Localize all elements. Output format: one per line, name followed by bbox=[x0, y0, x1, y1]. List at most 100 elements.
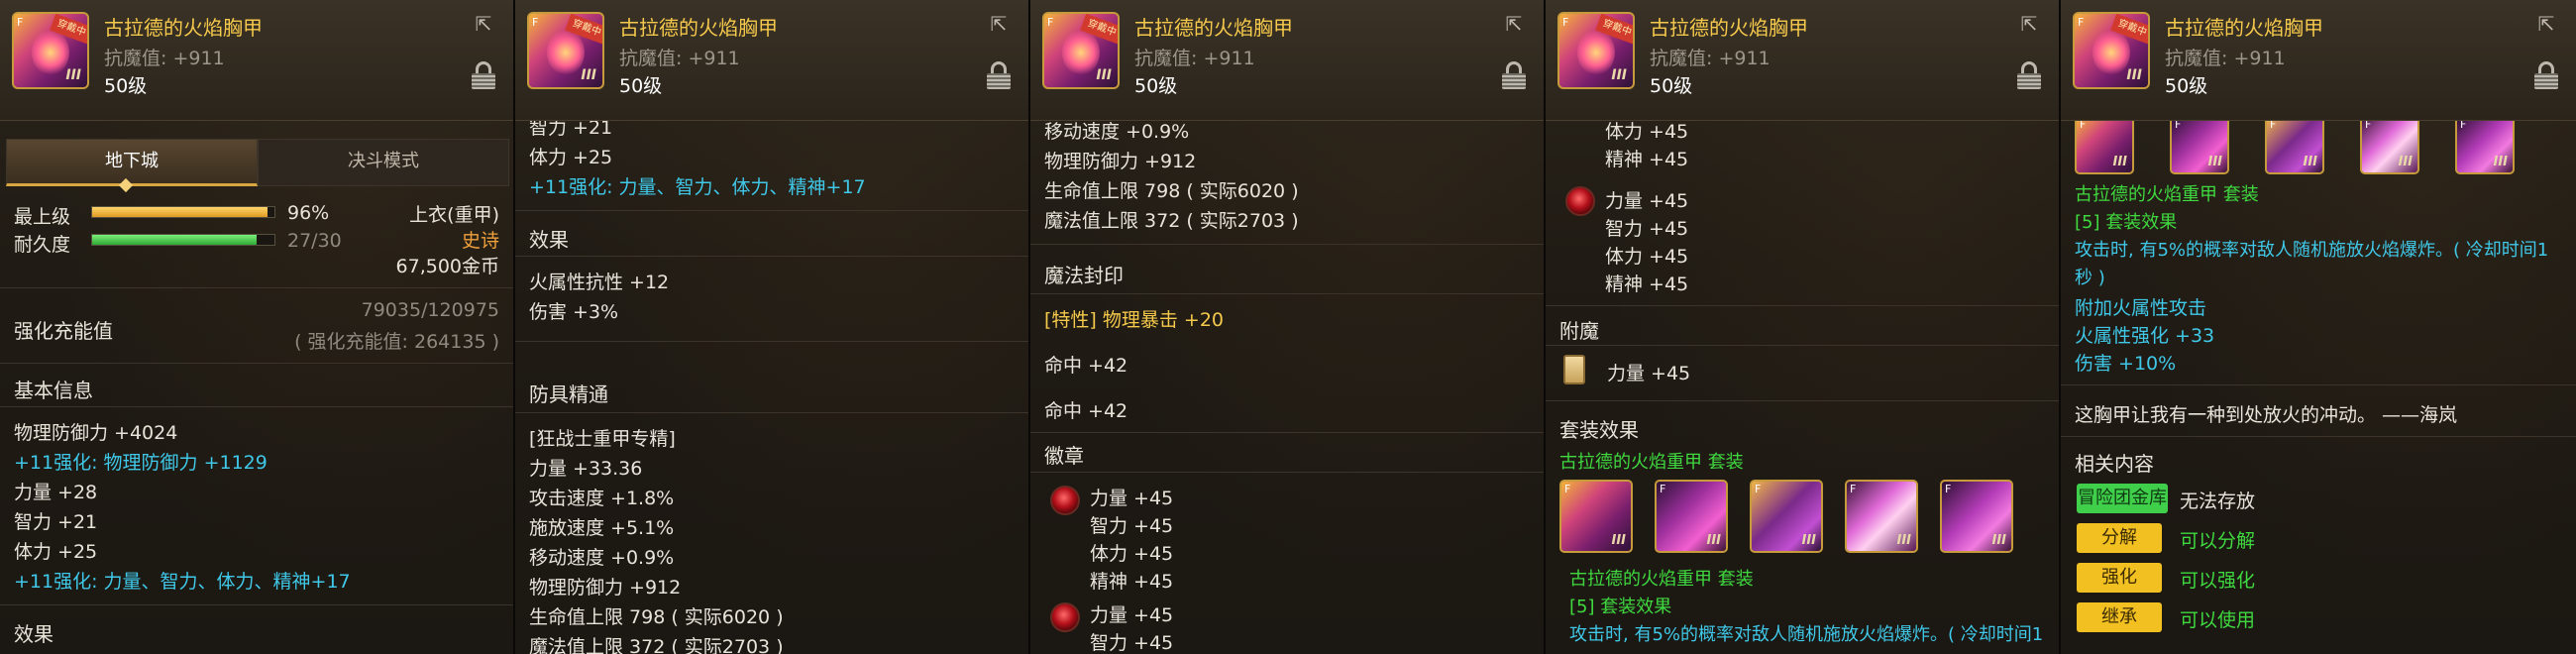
item-name: 古拉德的火焰胸甲 bbox=[1650, 16, 1808, 40]
mastery-title: 防具精通 bbox=[529, 382, 608, 406]
icon-corner-label: F bbox=[532, 16, 539, 29]
stat-line-0: 物理防御力 +4024 bbox=[14, 422, 178, 444]
share-icon[interactable]: ⇱ bbox=[470, 12, 497, 36]
tooltip-strip: F 穿戴中 III 古拉德的火焰胸甲 抗魔值: +911 50级 ⇱ 地下城 决… bbox=[0, 0, 2576, 654]
share-icon[interactable]: ⇱ bbox=[985, 12, 1013, 36]
slot-type: 上衣(重甲) bbox=[409, 204, 499, 226]
icon-grade-label: III bbox=[2112, 155, 2127, 169]
tab-duel[interactable]: 决斗模式 bbox=[258, 139, 509, 186]
set-piece-icon[interactable]: F III bbox=[1559, 480, 1633, 553]
item-header: F 穿戴中 III 古拉德的火焰胸甲 抗魔值: +911 50级 ⇱ bbox=[515, 0, 1028, 121]
set-piece-icon[interactable]: F III bbox=[2360, 115, 2419, 174]
set-piece-icon[interactable]: F III bbox=[2265, 115, 2324, 174]
set-desc: 攻击时, 有5%的概率对敌人随机施放火焰爆炸。( 冷却时间1 bbox=[1569, 624, 2044, 645]
emblem-stat-2: 体力 +45 bbox=[1090, 543, 1174, 565]
item-header: F 穿戴中 III 古拉德的火焰胸甲 抗魔值: +911 50级 ⇱ bbox=[1030, 0, 1544, 121]
item-level: 50级 bbox=[1134, 75, 1178, 97]
mastery-line-2: 攻击速度 +1.8% bbox=[529, 488, 675, 509]
item-name: 古拉德的火焰胸甲 bbox=[2165, 16, 2323, 40]
stat-line-1: 物理防御力 +912 bbox=[1044, 151, 1197, 172]
related-title: 相关内容 bbox=[2075, 452, 2154, 476]
enchant-line: 力量 +45 bbox=[1607, 363, 1691, 384]
icon-corner-label: F bbox=[1850, 483, 1857, 495]
icon-grade-label: III bbox=[581, 67, 596, 83]
effect-title: 效果 bbox=[14, 622, 54, 646]
red-emblem-icon bbox=[1050, 602, 1080, 632]
icon-grade-label: III bbox=[2493, 155, 2508, 169]
set-piece-icon[interactable]: F III bbox=[1845, 480, 1918, 553]
related-tag-2[interactable]: 强化 bbox=[2077, 563, 2162, 593]
set-piece-icon[interactable]: F III bbox=[1750, 480, 1823, 553]
seal-title: 魔法封印 bbox=[1044, 264, 1124, 287]
icon-corner-label: F bbox=[1562, 16, 1569, 29]
stat-line-3: 魔法值上限 372 ( 实际2703 ) bbox=[1044, 210, 1299, 232]
emblem-stat-3: 精神 +45 bbox=[1090, 571, 1174, 593]
icon-corner-label: F bbox=[1047, 16, 1054, 29]
tab-dungeon[interactable]: 地下城 bbox=[6, 139, 258, 186]
stat-line-3: 智力 +21 bbox=[14, 511, 98, 533]
lock-icon[interactable] bbox=[2534, 61, 2558, 91]
magic-resist: 抗魔值: +911 bbox=[104, 48, 225, 69]
durability-value: 27/30 bbox=[287, 230, 342, 252]
icon-corner-label: F bbox=[2078, 16, 2085, 29]
durability-label: 耐久度 bbox=[14, 234, 71, 256]
emblem-stat-2: 体力 +45 bbox=[1605, 246, 1689, 268]
lock-icon[interactable] bbox=[2017, 61, 2041, 91]
item-level: 50级 bbox=[619, 75, 663, 97]
mode-tabs: 地下城 决斗模式 bbox=[6, 139, 509, 186]
magic-resist: 抗魔值: +911 bbox=[2165, 48, 2286, 69]
lock-icon[interactable] bbox=[987, 61, 1011, 91]
icon-corner-label: F bbox=[1660, 483, 1666, 495]
related-desc-0: 无法存放 bbox=[2180, 490, 2256, 512]
lock-icon[interactable] bbox=[472, 61, 495, 91]
set-name: 古拉德的火焰重甲 套装 bbox=[1559, 452, 1744, 473]
set-piece-icon[interactable]: F III bbox=[1940, 480, 2013, 553]
tooltip-content: 体力 +45 精神 +45 力量 +45 智力 +45 体力 +45 精神 +45 附魔… bbox=[1546, 121, 2059, 654]
rarity: 史诗 bbox=[461, 230, 499, 252]
share-icon[interactable]: ⇱ bbox=[2015, 12, 2043, 36]
set-piece-icon[interactable]: F III bbox=[2075, 115, 2134, 174]
related-tag-3[interactable]: 继承 bbox=[2077, 602, 2162, 632]
icon-grade-label: III bbox=[65, 67, 81, 83]
set-count: [5] 套装效果 bbox=[1569, 597, 1672, 617]
mastery-line-6: 生命值上限 798 ( 实际6020 ) bbox=[529, 606, 784, 628]
lock-icon[interactable] bbox=[1502, 61, 1526, 91]
tooltip-content: F III F III F III F III F III 古拉德的火焰重甲 套装 [5] 套装效… bbox=[2061, 115, 2576, 654]
emblem-stat-1: 智力 +45 bbox=[1090, 632, 1174, 654]
effect-line-0: 火属性抗性 +12 bbox=[529, 272, 670, 293]
stat-line-2: +11强化: 力量、智力、体力、精神+17 bbox=[529, 176, 866, 198]
icon-grade-label: III bbox=[2207, 155, 2222, 169]
emblem-stat-1: 智力 +45 bbox=[1605, 218, 1689, 240]
item-header: F 穿戴中 III 古拉德的火焰胸甲 抗魔值: +911 50级 ⇱ bbox=[1546, 0, 2059, 121]
related-tag-1[interactable]: 分解 bbox=[2077, 523, 2162, 553]
item-header: F 穿戴中 III 古拉德的火焰胸甲 抗魔值: +911 50级 ⇱ bbox=[0, 0, 513, 121]
item-icon: F 穿戴中 III bbox=[12, 12, 89, 89]
effect-line-1: 伤害 +3% bbox=[529, 301, 619, 323]
effect-title: 效果 bbox=[529, 228, 569, 252]
grade-label: 最上级 bbox=[14, 206, 71, 228]
stat-line-5: +11强化: 力量、智力、体力、精神+17 bbox=[14, 571, 351, 593]
item-icon: F 穿戴中 III bbox=[1042, 12, 1120, 89]
extra-line-2: 伤害 +10% bbox=[2075, 353, 2177, 375]
icon-grade-label: III bbox=[2398, 155, 2413, 169]
stat-line-1: +11强化: 物理防御力 +1129 bbox=[14, 452, 268, 474]
red-emblem-icon bbox=[1565, 186, 1595, 216]
item-name: 古拉德的火焰胸甲 bbox=[1134, 16, 1293, 40]
magic-resist: 抗魔值: +911 bbox=[619, 48, 740, 69]
icon-grade-label: III bbox=[1611, 533, 1626, 548]
item-name: 古拉德的火焰胸甲 bbox=[619, 16, 778, 40]
share-icon[interactable]: ⇱ bbox=[2532, 12, 2560, 36]
magic-resist: 抗魔值: +911 bbox=[1134, 48, 1255, 69]
stat-line-2: 生命值上限 798 ( 实际6020 ) bbox=[1044, 180, 1299, 202]
emblem-stat-0: 体力 +45 bbox=[1605, 121, 1689, 143]
stat-line-4: 体力 +25 bbox=[14, 541, 98, 563]
set-piece-icon[interactable]: F III bbox=[2455, 115, 2515, 174]
icon-grade-label: III bbox=[2303, 155, 2317, 169]
share-icon[interactable]: ⇱ bbox=[1500, 12, 1528, 36]
set-piece-icon[interactable]: F III bbox=[1655, 480, 1728, 553]
set-piece-icon[interactable]: F III bbox=[2170, 115, 2229, 174]
emblem-stat-0: 力量 +45 bbox=[1605, 190, 1689, 212]
related-tag-0[interactable]: 冒险团金库 bbox=[2077, 484, 2168, 513]
red-emblem-icon bbox=[1050, 486, 1080, 515]
flavor-text: 这胸甲让我有一种到处放火的冲动。 ——海岚 bbox=[2075, 404, 2458, 426]
